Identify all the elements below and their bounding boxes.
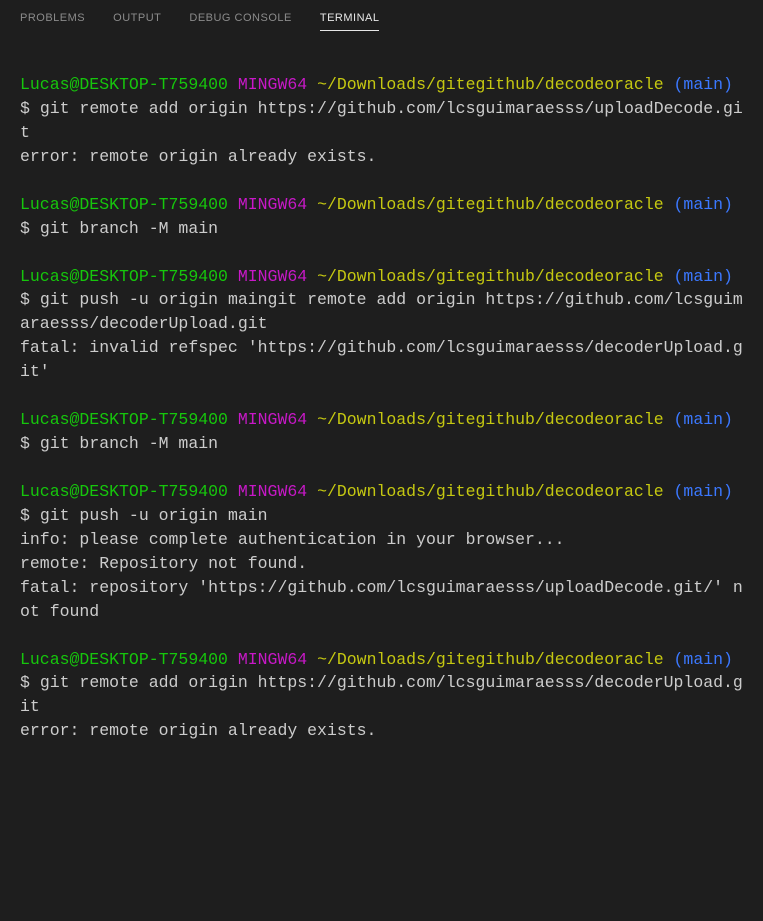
terminal-block: Lucas@DESKTOP-T759400 MINGW64 ~/Download… (20, 480, 743, 624)
prompt-symbol: $ (20, 219, 30, 238)
command-line: $ git remote add origin https://github.c… (20, 97, 743, 145)
output-line: error: remote origin already exists. (20, 145, 743, 169)
command-text: git push -u origin main (40, 506, 268, 525)
output-line: fatal: repository 'https://github.com/lc… (20, 576, 743, 624)
working-directory: ~/Downloads/gitegithub/decodeoracle (317, 650, 664, 669)
output-line: error: remote origin already exists. (20, 719, 743, 743)
command-text: git remote add origin https://github.com… (20, 99, 743, 142)
command-line: $ git branch -M main (20, 432, 743, 456)
command-line: $ git push -u origin maingit remote add … (20, 288, 743, 336)
prompt-symbol: $ (20, 434, 30, 453)
command-text: git push -u origin maingit remote add or… (20, 290, 743, 333)
git-branch: (main) (674, 650, 733, 669)
mingw-label: MINGW64 (238, 267, 307, 286)
user-host: Lucas@DESKTOP-T759400 (20, 267, 228, 286)
prompt-line: Lucas@DESKTOP-T759400 MINGW64 ~/Download… (20, 193, 743, 217)
prompt-line: Lucas@DESKTOP-T759400 MINGW64 ~/Download… (20, 648, 743, 672)
working-directory: ~/Downloads/gitegithub/decodeoracle (317, 482, 664, 501)
command-text: git branch -M main (40, 219, 218, 238)
command-line: $ git branch -M main (20, 217, 743, 241)
command-text: git branch -M main (40, 434, 218, 453)
prompt-symbol: $ (20, 673, 30, 692)
output-line: remote: Repository not found. (20, 552, 743, 576)
git-branch: (main) (674, 75, 733, 94)
mingw-label: MINGW64 (238, 75, 307, 94)
prompt-line: Lucas@DESKTOP-T759400 MINGW64 ~/Download… (20, 408, 743, 432)
output-line: fatal: invalid refspec 'https://github.c… (20, 336, 743, 384)
command-text: git remote add origin https://github.com… (20, 673, 743, 716)
panel-tabs: PROBLEMS OUTPUT DEBUG CONSOLE TERMINAL (0, 0, 763, 43)
terminal-block: Lucas@DESKTOP-T759400 MINGW64 ~/Download… (20, 265, 743, 385)
mingw-label: MINGW64 (238, 650, 307, 669)
mingw-label: MINGW64 (238, 195, 307, 214)
git-branch: (main) (674, 267, 733, 286)
terminal-block: Lucas@DESKTOP-T759400 MINGW64 ~/Download… (20, 73, 743, 169)
terminal-block: Lucas@DESKTOP-T759400 MINGW64 ~/Download… (20, 193, 743, 241)
command-line: $ git remote add origin https://github.c… (20, 671, 743, 719)
git-branch: (main) (674, 482, 733, 501)
working-directory: ~/Downloads/gitegithub/decodeoracle (317, 410, 664, 429)
tab-problems[interactable]: PROBLEMS (20, 12, 85, 31)
git-branch: (main) (674, 195, 733, 214)
prompt-symbol: $ (20, 506, 30, 525)
user-host: Lucas@DESKTOP-T759400 (20, 650, 228, 669)
terminal-content[interactable]: Lucas@DESKTOP-T759400 MINGW64 ~/Download… (0, 43, 763, 787)
prompt-line: Lucas@DESKTOP-T759400 MINGW64 ~/Download… (20, 480, 743, 504)
git-branch: (main) (674, 410, 733, 429)
working-directory: ~/Downloads/gitegithub/decodeoracle (317, 267, 664, 286)
user-host: Lucas@DESKTOP-T759400 (20, 75, 228, 94)
user-host: Lucas@DESKTOP-T759400 (20, 410, 228, 429)
working-directory: ~/Downloads/gitegithub/decodeoracle (317, 195, 664, 214)
user-host: Lucas@DESKTOP-T759400 (20, 482, 228, 501)
mingw-label: MINGW64 (238, 482, 307, 501)
user-host: Lucas@DESKTOP-T759400 (20, 195, 228, 214)
tab-terminal[interactable]: TERMINAL (320, 12, 380, 31)
output-line: info: please complete authentication in … (20, 528, 743, 552)
prompt-line: Lucas@DESKTOP-T759400 MINGW64 ~/Download… (20, 265, 743, 289)
prompt-symbol: $ (20, 290, 30, 309)
terminal-block: Lucas@DESKTOP-T759400 MINGW64 ~/Download… (20, 648, 743, 744)
tab-debug-console[interactable]: DEBUG CONSOLE (189, 12, 291, 31)
command-line: $ git push -u origin main (20, 504, 743, 528)
terminal-block: Lucas@DESKTOP-T759400 MINGW64 ~/Download… (20, 408, 743, 456)
mingw-label: MINGW64 (238, 410, 307, 429)
working-directory: ~/Downloads/gitegithub/decodeoracle (317, 75, 664, 94)
prompt-line: Lucas@DESKTOP-T759400 MINGW64 ~/Download… (20, 73, 743, 97)
prompt-symbol: $ (20, 99, 30, 118)
tab-output[interactable]: OUTPUT (113, 12, 161, 31)
